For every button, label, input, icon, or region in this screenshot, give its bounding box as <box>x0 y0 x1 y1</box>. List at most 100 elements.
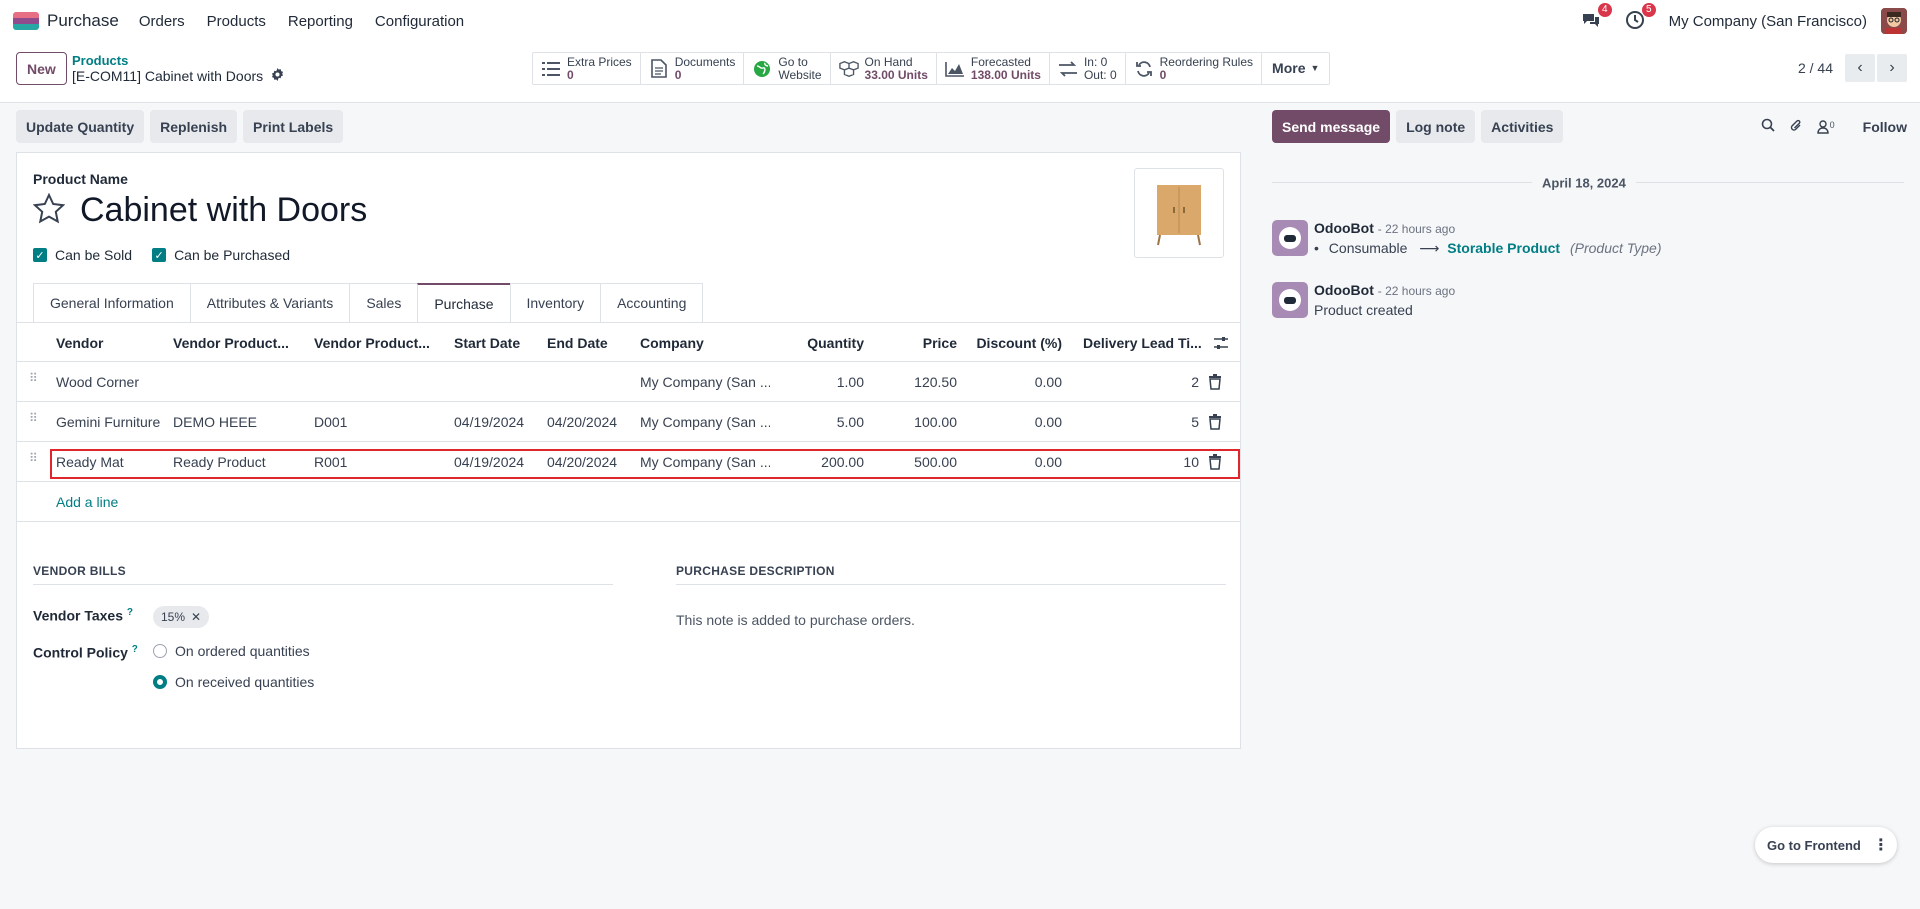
drag-handle-icon[interactable]: ⠿ <box>29 372 39 390</box>
col-price[interactable]: Price <box>877 323 957 363</box>
radio-ordered-quantities[interactable]: On ordered quantities <box>153 643 310 659</box>
purchase-description-field[interactable]: This note is added to purchase orders. <box>676 612 915 628</box>
cell-end-date[interactable]: 04/20/2024 <box>547 402 637 442</box>
send-message-button[interactable]: Send message <box>1272 110 1391 143</box>
cell-vendor-product-name[interactable] <box>173 362 303 402</box>
kebab-menu-icon[interactable]: ⋮ <box>1873 835 1889 855</box>
cell-quantity[interactable]: 200.00 <box>767 442 864 482</box>
table-row[interactable]: ⠿ Gemini Furniture DEMO HEEE D001 04/19/… <box>17 402 1240 442</box>
trash-icon[interactable] <box>1209 414 1221 430</box>
product-name-field[interactable]: Cabinet with Doors <box>80 191 367 230</box>
tab-sales[interactable]: Sales <box>349 283 419 322</box>
product-image[interactable] <box>1134 168 1224 258</box>
search-icon[interactable] <box>1761 118 1775 135</box>
cell-quantity[interactable]: 1.00 <box>767 362 864 402</box>
col-delivery-lead-time[interactable]: Delivery Lead Ti... <box>1083 323 1203 363</box>
followers-icon[interactable]: 0 <box>1816 120 1835 134</box>
tax-tag[interactable]: 15% ✕ <box>153 606 210 628</box>
author-name[interactable]: OdooBot <box>1314 282 1374 298</box>
cell-company[interactable]: My Company (San ... <box>640 362 770 402</box>
col-start-date[interactable]: Start Date <box>454 323 534 363</box>
cell-vendor-product-code[interactable] <box>314 362 444 402</box>
log-note-button[interactable]: Log note <box>1396 110 1476 143</box>
col-vendor-product-name[interactable]: Vendor Product... <box>173 323 293 363</box>
cell-start-date[interactable] <box>454 362 544 402</box>
tab-purchase[interactable]: Purchase <box>417 283 511 322</box>
cell-vendor[interactable]: Wood Corner <box>56 362 171 402</box>
cell-price[interactable]: 500.00 <box>877 442 957 482</box>
cell-company[interactable]: My Company (San ... <box>640 442 770 482</box>
smart-forecasted[interactable]: Forecasted 138.00 Units <box>937 53 1050 84</box>
smart-documents[interactable]: Documents 0 <box>641 53 745 84</box>
menu-configuration[interactable]: Configuration <box>375 13 464 30</box>
paperclip-icon[interactable] <box>1789 118 1803 136</box>
help-icon[interactable]: ? <box>132 644 138 655</box>
app-name[interactable]: Purchase <box>47 11 119 31</box>
tab-inventory[interactable]: Inventory <box>509 283 602 322</box>
more-dropdown[interactable]: More ▼ <box>1262 53 1329 84</box>
cell-discount[interactable]: 0.00 <box>962 442 1062 482</box>
drag-handle-icon[interactable]: ⠿ <box>29 452 39 470</box>
pager-value[interactable]: 2 / 44 <box>1798 60 1833 76</box>
cell-end-date[interactable] <box>547 362 637 402</box>
sliders-icon[interactable] <box>1213 335 1229 351</box>
user-avatar[interactable] <box>1881 8 1907 34</box>
add-a-line-link[interactable]: Add a line <box>56 482 118 522</box>
cell-vendor-product-code[interactable]: R001 <box>314 442 444 482</box>
cell-start-date[interactable]: 04/19/2024 <box>454 402 544 442</box>
drag-handle-icon[interactable]: ⠿ <box>29 412 39 430</box>
smart-in-out[interactable]: In: 0 Out: 0 <box>1050 53 1126 84</box>
cell-delivery-lead-time[interactable]: 5 <box>1083 402 1199 442</box>
tab-attributes-variants[interactable]: Attributes & Variants <box>189 283 351 322</box>
cell-vendor-product-code[interactable]: D001 <box>314 402 444 442</box>
chevron-right-icon[interactable]: › <box>1877 54 1907 82</box>
table-row-selected[interactable]: ⠿ Ready Mat Ready Product R001 04/19/202… <box>17 442 1240 482</box>
trash-icon[interactable] <box>1209 374 1221 390</box>
cell-end-date[interactable]: 04/20/2024 <box>547 442 637 482</box>
cell-company[interactable]: My Company (San ... <box>640 402 770 442</box>
smart-go-to-website[interactable]: Go to Website <box>744 53 831 84</box>
radio-received-quantities[interactable]: On received quantities <box>153 674 314 690</box>
cell-discount[interactable]: 0.00 <box>962 402 1062 442</box>
cell-vendor-product-name[interactable]: Ready Product <box>173 442 303 482</box>
close-icon[interactable]: ✕ <box>191 610 201 624</box>
cell-delivery-lead-time[interactable]: 10 <box>1083 442 1199 482</box>
gear-icon[interactable] <box>271 68 284 84</box>
author-name[interactable]: OdooBot <box>1314 220 1374 236</box>
star-icon[interactable] <box>33 193 65 225</box>
cell-start-date[interactable]: 04/19/2024 <box>454 442 544 482</box>
cell-discount[interactable]: 0.00 <box>962 362 1062 402</box>
table-row[interactable]: ⠿ Wood Corner My Company (San ... 1.00 1… <box>17 362 1240 402</box>
messages-icon[interactable]: 4 <box>1581 3 1612 32</box>
cell-vendor[interactable]: Ready Mat <box>56 442 171 482</box>
smart-extra-prices[interactable]: Extra Prices 0 <box>533 53 641 84</box>
update-quantity-button[interactable]: Update Quantity <box>16 110 145 143</box>
can-be-purchased-checkbox[interactable]: ✓ Can be Purchased <box>152 247 290 263</box>
company-switcher[interactable]: My Company (San Francisco) <box>1669 13 1867 30</box>
smart-on-hand[interactable]: On Hand 33.00 Units <box>831 53 937 84</box>
cell-quantity[interactable]: 5.00 <box>767 402 864 442</box>
cell-delivery-lead-time[interactable]: 2 <box>1083 362 1199 402</box>
purchase-app-icon[interactable] <box>13 12 39 30</box>
cell-price[interactable]: 100.00 <box>877 402 957 442</box>
menu-products[interactable]: Products <box>207 13 266 30</box>
replenish-button[interactable]: Replenish <box>150 110 238 143</box>
trash-icon[interactable] <box>1209 454 1221 470</box>
activities-button[interactable]: Activities <box>1481 110 1564 143</box>
go-to-frontend-button[interactable]: Go to Frontend ⋮ <box>1755 827 1897 863</box>
col-vendor-product-code[interactable]: Vendor Product... <box>314 323 434 363</box>
cell-vendor[interactable]: Gemini Furniture <box>56 402 171 442</box>
tab-general-information[interactable]: General Information <box>33 283 191 322</box>
col-discount[interactable]: Discount (%) <box>962 323 1062 363</box>
col-company[interactable]: Company <box>640 323 770 363</box>
print-labels-button[interactable]: Print Labels <box>243 110 344 143</box>
activities-clock-icon[interactable]: 5 <box>1625 3 1656 32</box>
tab-accounting[interactable]: Accounting <box>600 283 704 322</box>
cell-price[interactable]: 120.50 <box>877 362 957 402</box>
can-be-sold-checkbox[interactable]: ✓ Can be Sold <box>33 247 132 263</box>
help-icon[interactable]: ? <box>127 607 133 618</box>
col-end-date[interactable]: End Date <box>547 323 627 363</box>
chevron-left-icon[interactable]: ‹ <box>1845 54 1875 82</box>
new-button[interactable]: New <box>16 52 67 85</box>
smart-reordering-rules[interactable]: Reordering Rules 0 <box>1126 53 1263 84</box>
